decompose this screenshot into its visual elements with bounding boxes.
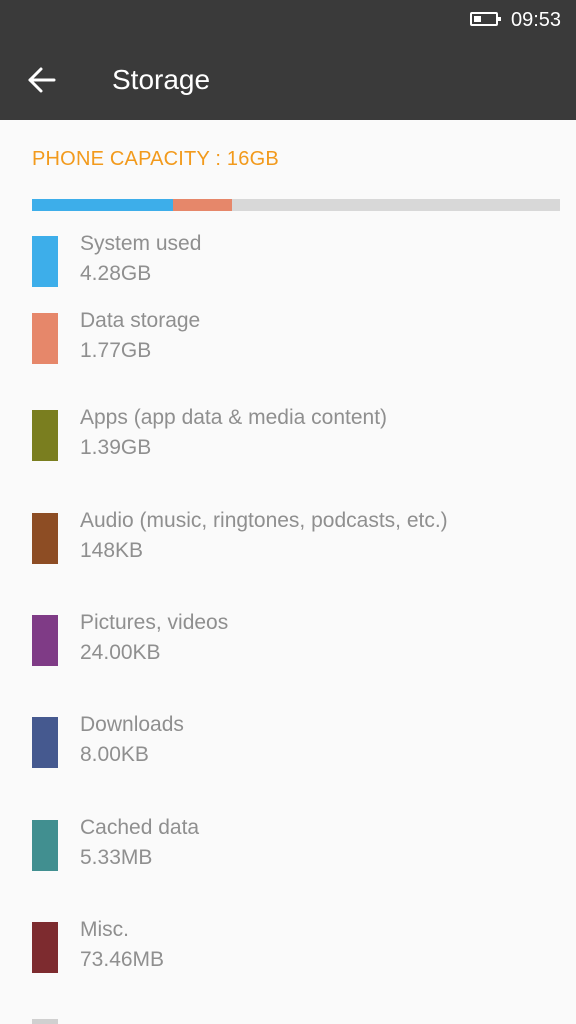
storage-category-item[interactable]: Downloads 8.00KB [0,713,576,777]
page-title: Storage [112,64,211,95]
storage-category-item[interactable]: System used 4.28GB [0,232,576,296]
category-color-swatch [32,313,58,364]
category-name: System used [80,232,202,255]
category-color-swatch [32,717,58,768]
storage-category-item[interactable]: Misc. 73.46MB [0,918,576,982]
category-color-swatch [32,615,58,666]
category-color-swatch [32,513,58,564]
battery-level-fill [474,16,481,22]
status-bar: 09:53 [0,0,576,40]
category-color-swatch [32,410,58,461]
category-name: Audio (music, ringtones, podcasts, etc.) [80,509,448,532]
app-bar: Storage [0,40,576,120]
category-name: Cached data [80,816,200,839]
storage-usage-bar [32,199,560,211]
category-name: Apps (app data & media content) [80,406,388,429]
category-color-swatch [32,236,58,287]
partial-category-swatch [32,1019,58,1024]
arrow-left-icon [28,67,56,93]
back-button[interactable] [22,60,62,100]
usage-segment [32,199,173,211]
phone-capacity-title: PHONE CAPACITY : 16GB [32,148,279,170]
category-size: 73.46MB [80,948,165,971]
category-name: Downloads [80,713,184,736]
category-name: Misc. [80,918,129,941]
usage-segment [172,199,232,211]
category-size: 5.33MB [80,846,153,869]
category-size: 1.39GB [80,436,152,459]
storage-category-item[interactable]: Pictures, videos 24.00KB [0,611,576,675]
status-time: 09:53 [511,9,562,31]
category-size: 8.00KB [80,743,149,766]
battery-icon [470,12,501,26]
storage-category-item[interactable]: Cached data 5.33MB [0,816,576,880]
storage-category-item[interactable]: Audio (music, ringtones, podcasts, etc.)… [0,509,576,573]
storage-category-item[interactable]: Apps (app data & media content) 1.39GB [0,406,576,470]
category-size: 1.77GB [80,339,152,362]
storage-category-item[interactable]: Data storage 1.77GB [0,309,576,373]
category-size: 24.00KB [80,641,161,664]
category-size: 148KB [80,539,144,562]
category-size: 4.28GB [80,262,152,285]
category-color-swatch [32,922,58,973]
category-name: Data storage [80,309,201,332]
category-name: Pictures, videos [80,611,229,634]
category-color-swatch [32,820,58,871]
